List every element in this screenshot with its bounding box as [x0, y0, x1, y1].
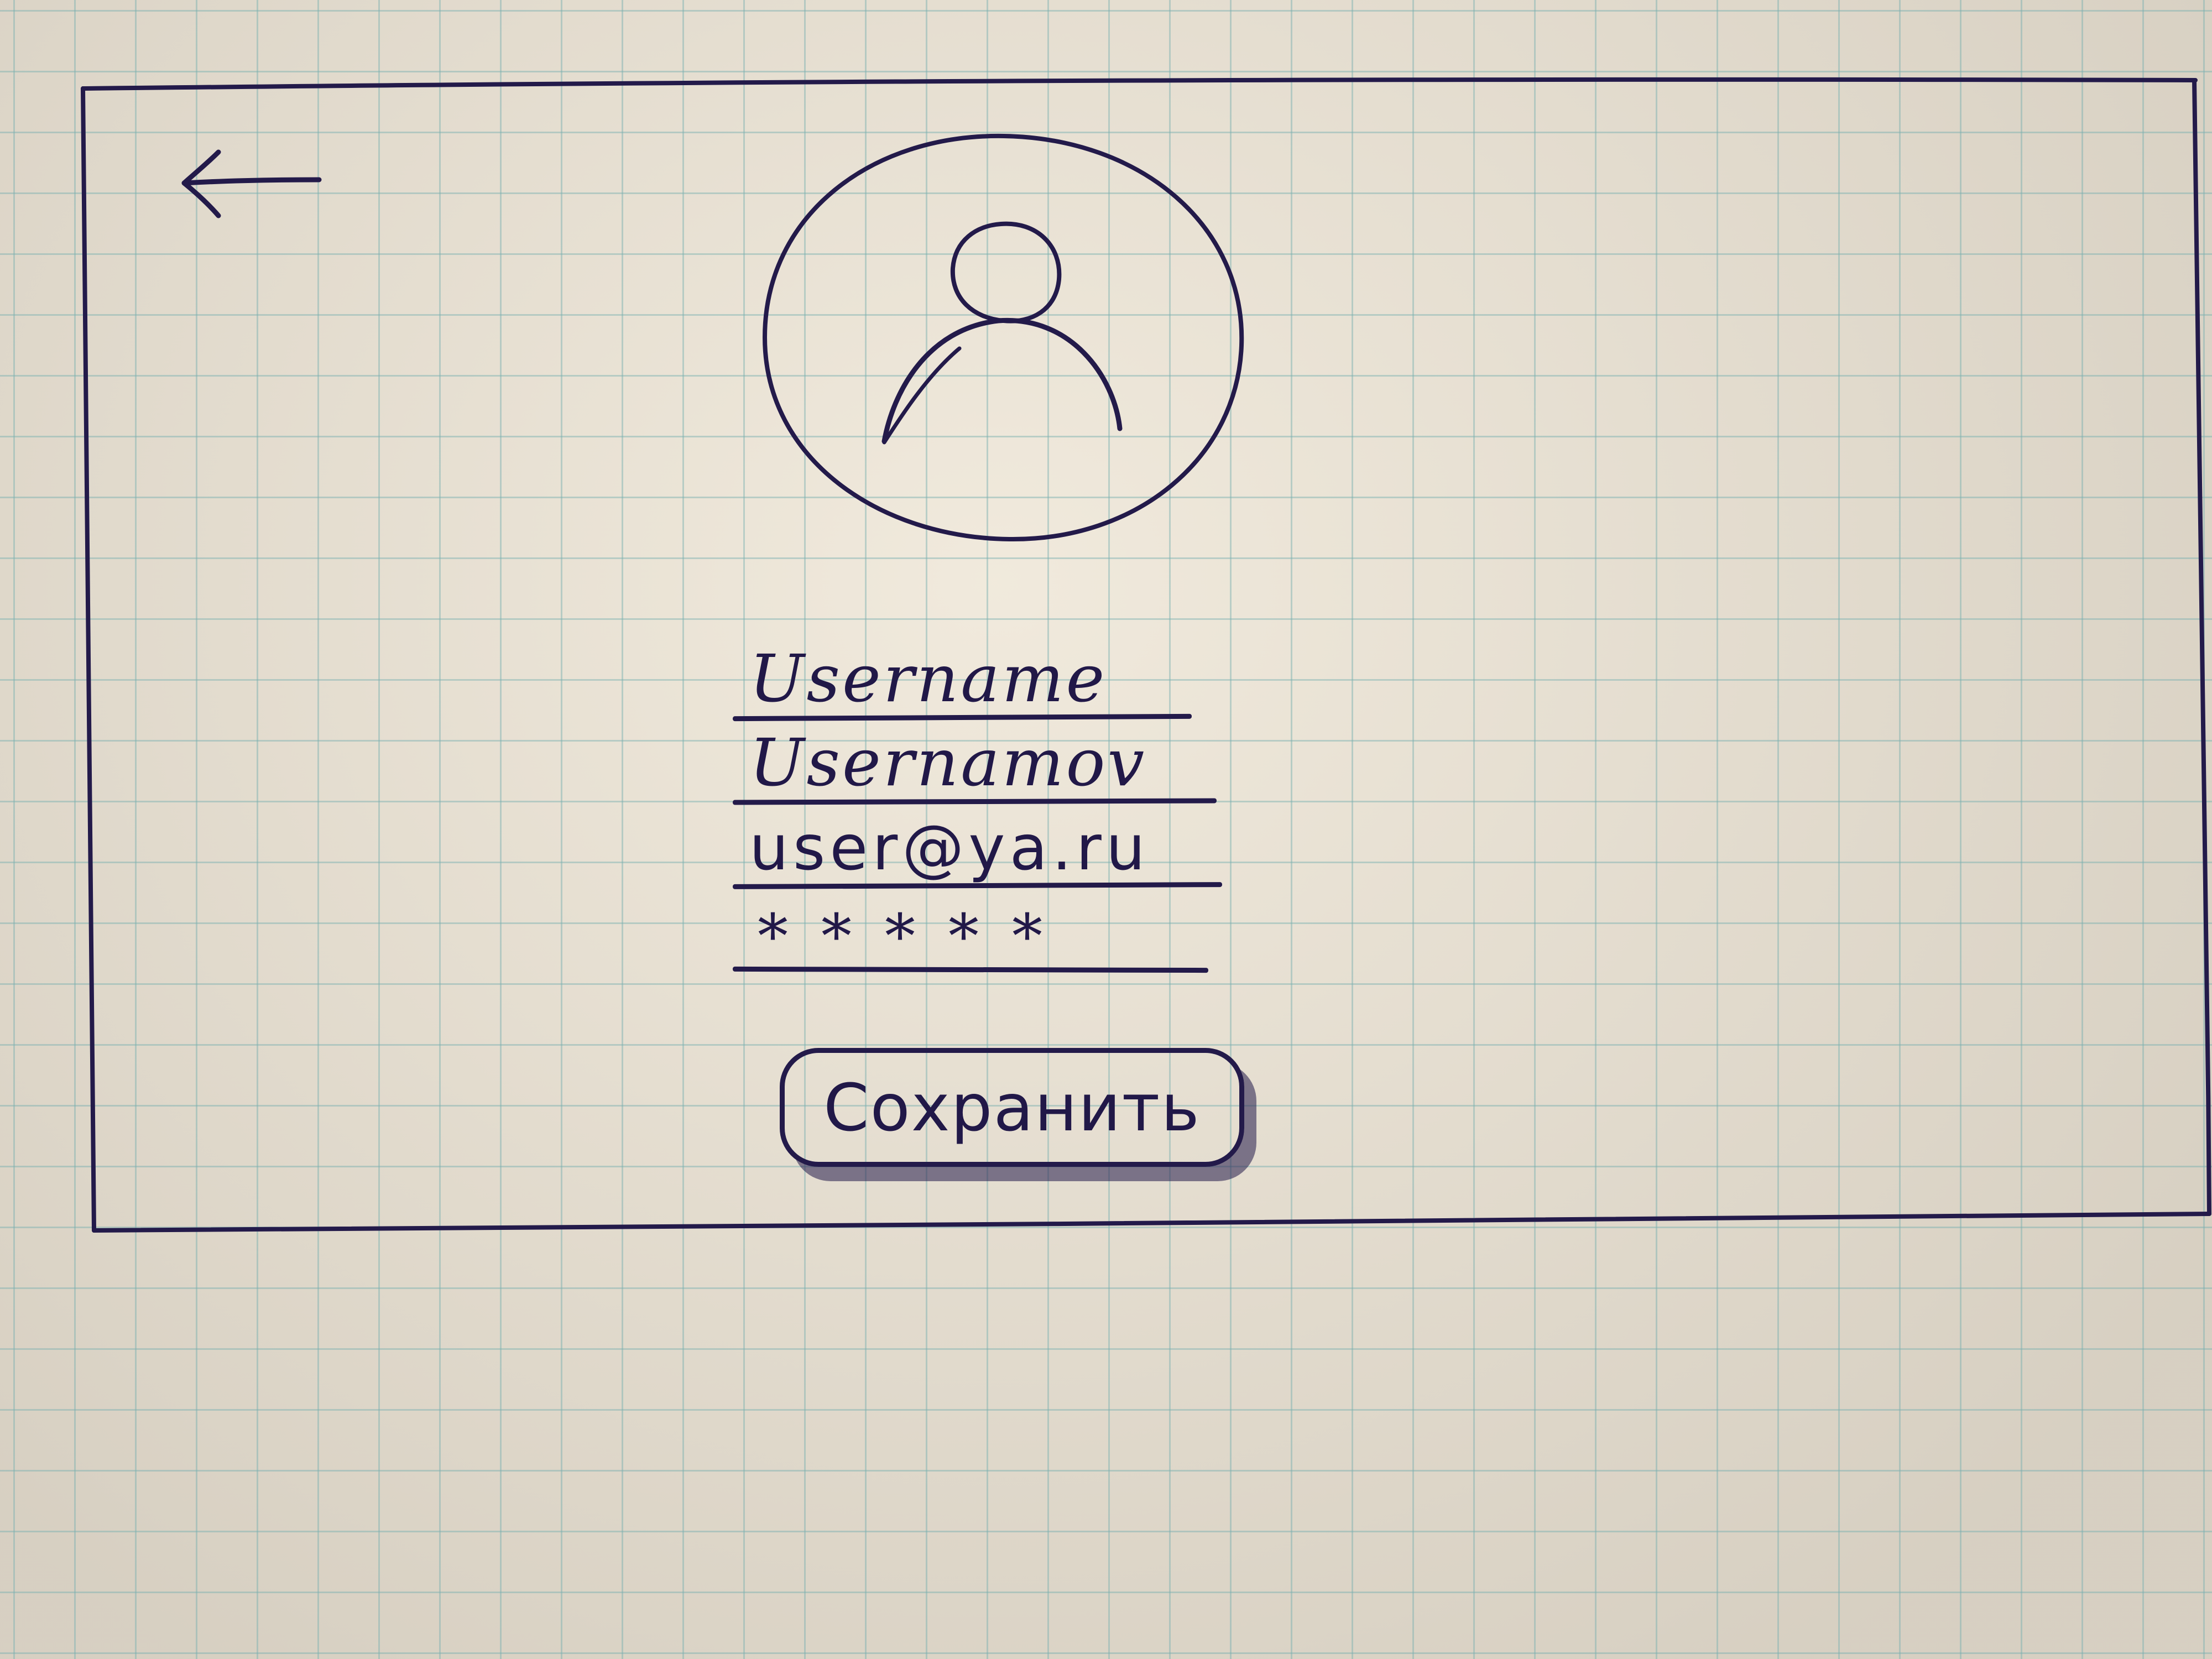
lastname-value: Usernamov — [749, 724, 1147, 801]
password-value: ***** — [758, 901, 1076, 972]
lastname-field[interactable]: Usernamov — [732, 720, 1219, 805]
save-button-label: Сохранить — [823, 1069, 1201, 1146]
user-silhouette-icon — [763, 133, 1244, 542]
profile-form: Username Usernamov user@ya.ru ***** — [732, 636, 1230, 973]
back-button[interactable] — [174, 141, 329, 224]
email-field[interactable]: user@ya.ru — [732, 804, 1223, 889]
paper-sheet: { "screen": { "kind": "hand-drawn profil… — [0, 0, 2212, 1659]
avatar[interactable] — [760, 133, 1247, 542]
save-button[interactable]: Сохранить — [780, 1048, 1244, 1167]
username-field[interactable]: Username — [732, 636, 1219, 722]
left-arrow-icon — [181, 149, 322, 218]
password-field[interactable]: ***** — [732, 888, 1219, 973]
password-underline — [732, 966, 1209, 973]
username-value: Username — [749, 640, 1107, 717]
email-value: user@ya.ru — [749, 812, 1150, 884]
